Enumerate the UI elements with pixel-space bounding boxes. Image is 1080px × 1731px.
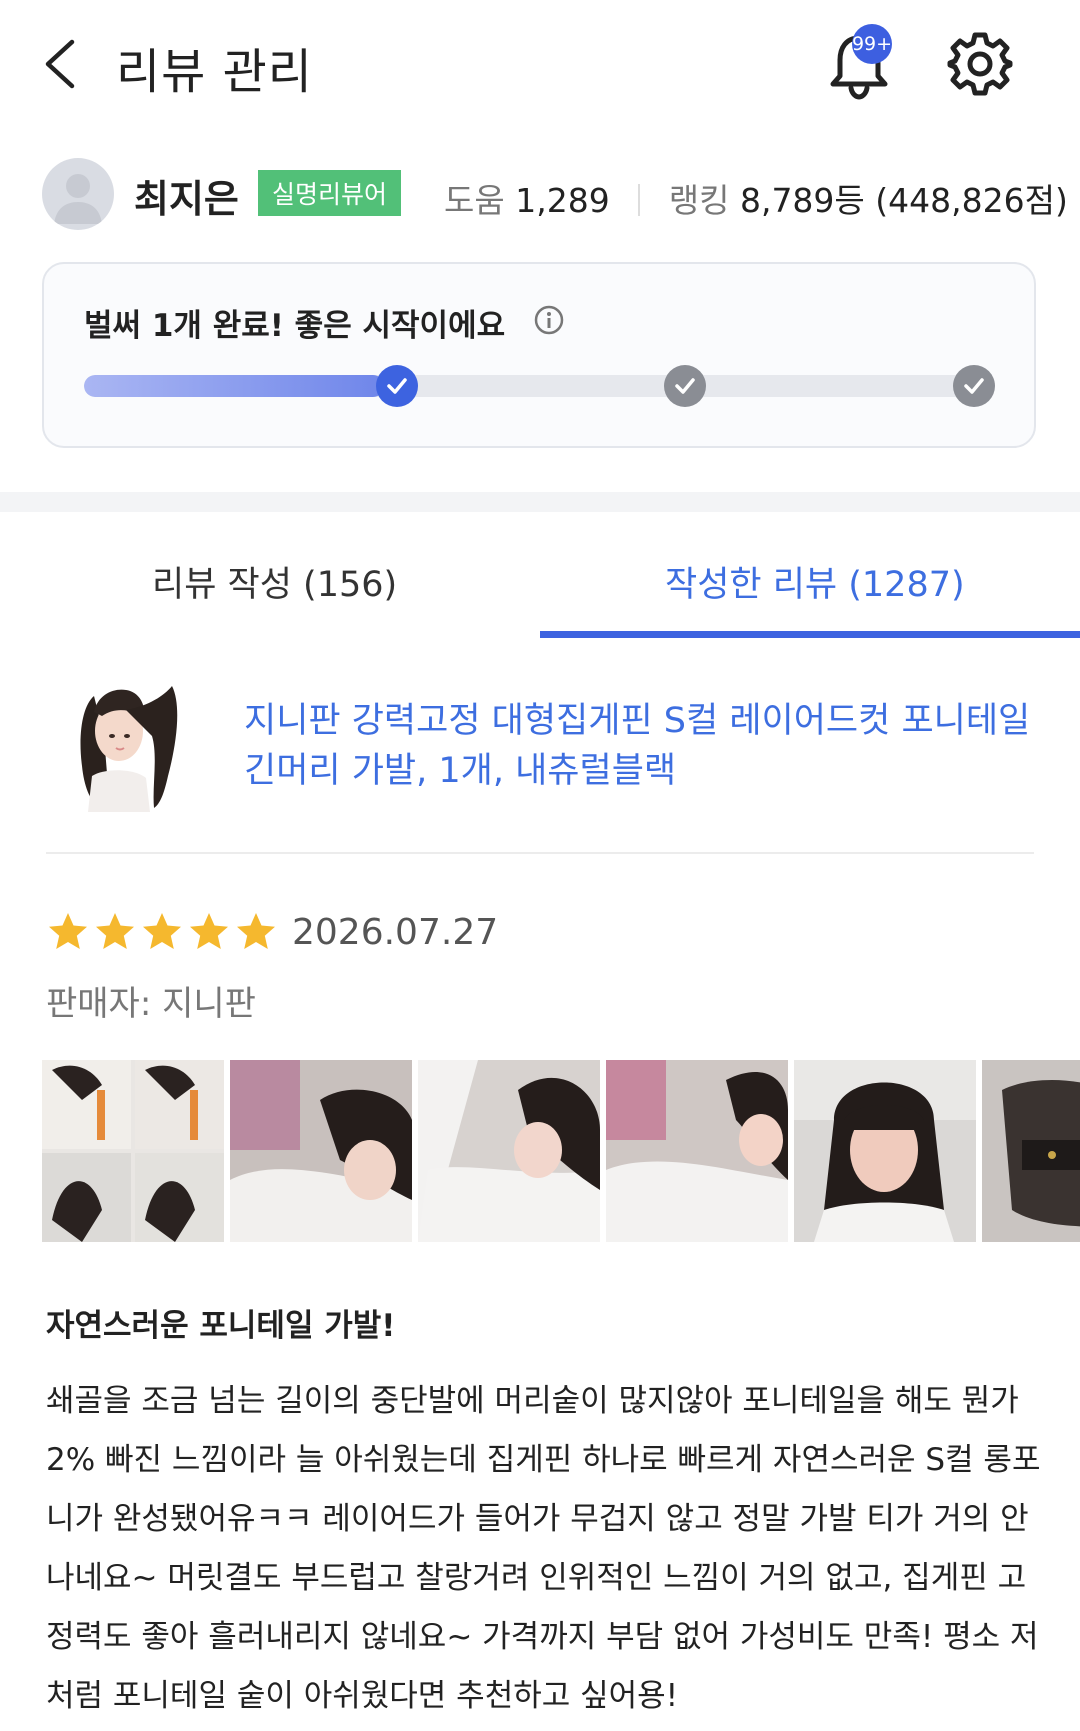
reviewer-name: 최지은: [134, 177, 239, 221]
review-photo[interactable]: [982, 1060, 1080, 1242]
star-icon: [49, 913, 87, 949]
progress-fill: [84, 375, 385, 397]
review-headline: 자연스러운 포니테일 가발!: [46, 1308, 396, 1344]
divider: [46, 852, 1034, 854]
seller-label: 판매자: 지니판: [46, 984, 256, 1024]
info-icon: [534, 305, 564, 335]
review-date: 2026.07.27: [292, 912, 499, 953]
stats-divider: [638, 184, 641, 216]
review-image: [230, 1060, 412, 1242]
check-icon: [675, 378, 695, 394]
review-photo[interactable]: [794, 1060, 976, 1242]
review-photo[interactable]: [230, 1060, 412, 1242]
reviewer-stats: 도움 1,289 랭킹 8,789등 (448,826점): [444, 174, 1068, 222]
review-image: [794, 1060, 976, 1242]
progress-step-2: [664, 365, 706, 407]
active-tab-indicator: [540, 631, 1080, 638]
gear-icon: [947, 32, 1013, 96]
avatar[interactable]: [42, 158, 114, 230]
user-silhouette-icon: [54, 174, 102, 224]
rank-value: 8,789등 (448,826점): [739, 181, 1068, 220]
review-photo[interactable]: [42, 1060, 224, 1242]
back-arrow-icon: [45, 39, 75, 89]
review-image: [606, 1060, 788, 1242]
star-icon: [143, 913, 181, 949]
help-label: 도움: [444, 181, 505, 220]
progress-card: [42, 262, 1036, 448]
review-photo[interactable]: [418, 1060, 600, 1242]
star-icon: [190, 913, 228, 949]
product-photo: [64, 676, 188, 812]
tab-write-review[interactable]: 리뷰 작성 (156): [152, 556, 397, 607]
check-icon: [387, 378, 407, 394]
star-icon: [96, 913, 134, 949]
settings-button[interactable]: [946, 30, 1014, 98]
rating-stars: [46, 910, 280, 954]
product-thumbnail[interactable]: [64, 676, 188, 812]
review-photo-strip[interactable]: [42, 1060, 1080, 1242]
real-name-reviewer-badge: 실명리뷰어: [258, 170, 402, 216]
review-body: 쇄골을 조금 넘는 길이의 중단발에 머리숱이 많지않아 포니테일을 해도 뭔가…: [46, 1383, 1041, 1714]
review-image: [982, 1060, 1080, 1242]
rank-label: 랭킹: [668, 181, 730, 220]
review-image: [418, 1060, 600, 1242]
info-button[interactable]: [534, 305, 564, 335]
photo-collage-image: [42, 1060, 224, 1242]
review-photo[interactable]: [606, 1060, 788, 1242]
back-button[interactable]: [40, 36, 84, 92]
tab-written-reviews[interactable]: 작성한 리뷰 (1287): [665, 556, 965, 607]
notification-badge: 99+: [852, 24, 892, 64]
product-name-link[interactable]: 지니판 강력고정 대형집게핀 S컬 레이어드컷 포니테일 긴머리 가발, 1개,…: [244, 696, 1044, 796]
progress-message: 벌써 1개 완료! 좋은 시작이에요: [84, 308, 506, 344]
section-divider: [0, 492, 1080, 512]
star-icon: [237, 913, 275, 949]
progress-step-1: [376, 365, 418, 407]
progress-step-3: [953, 365, 995, 407]
check-icon: [964, 378, 984, 394]
page-title: 리뷰 관리: [116, 44, 313, 100]
progress-track: [84, 375, 994, 397]
help-count: 1,289: [515, 181, 610, 220]
